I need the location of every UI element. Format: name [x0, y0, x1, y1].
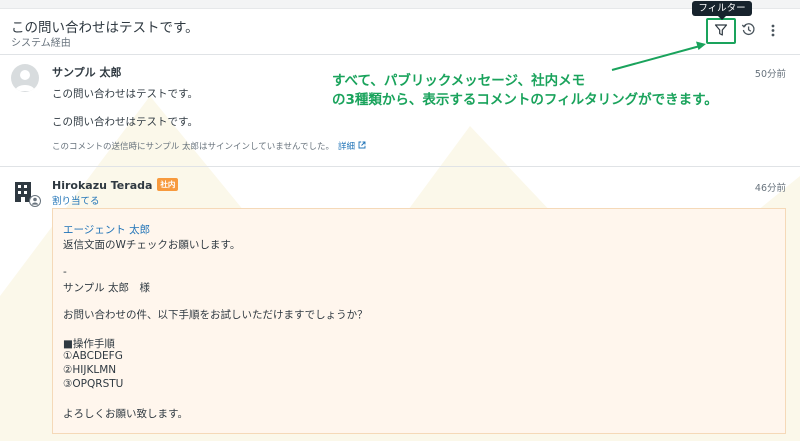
annotation-arrow	[611, 41, 706, 71]
history-icon	[741, 22, 756, 41]
assign-link[interactable]: 割り当てる	[52, 193, 100, 207]
annotation-callout: すべて、パブリックメッセージ、社内メモ の3種類から、表示するコメントのフィルタ…	[332, 72, 718, 110]
details-link[interactable]: 詳細	[338, 141, 366, 152]
note-line: 返信文面のWチェックお願いします。	[63, 239, 241, 251]
annotation-line-2: の3種類から、表示するコメントのフィルタリングができます。	[332, 92, 718, 108]
annotation-line-1: すべて、パブリックメッセージ、社内メモ	[332, 73, 586, 89]
filter-icon	[714, 22, 728, 41]
note-line: お問い合わせの件、以下手順をお試しいただけますでしょうか？	[63, 309, 368, 321]
note-line: ③OPQRSTU	[63, 378, 124, 390]
filter-button[interactable]	[706, 18, 736, 44]
signin-notice-text: このコメントの送信時にサンプル 太郎はサインインしていませんでした。	[52, 142, 335, 152]
comment-body-line: この問い合わせはテストです。	[52, 88, 198, 100]
filter-tooltip: フィルター	[692, 1, 752, 20]
comment-timestamp: 46分前	[754, 183, 786, 194]
note-line: -	[63, 266, 67, 278]
note-line: サンプル 太郎 様	[63, 282, 151, 294]
more-vertical-icon	[771, 22, 775, 41]
external-link-icon	[358, 141, 366, 152]
comment-author-name[interactable]: Hirokazu Terada	[52, 179, 152, 192]
comment-author: Hirokazu Terada 社内	[52, 178, 179, 192]
internal-note: エージェント 太郎 返信文面のWチェックお願いします。 - サンプル 太郎 様 …	[52, 208, 786, 434]
history-button[interactable]	[738, 20, 758, 42]
ticket-title: この問い合わせはテストです。	[11, 20, 199, 36]
comment-author[interactable]: サンプル 太郎	[52, 64, 122, 80]
mention-link[interactable]: エージェント 太郎	[63, 222, 150, 237]
top-strip	[0, 0, 800, 9]
internal-badge: 社内	[157, 178, 179, 191]
note-line: ■操作手順	[63, 338, 115, 350]
signin-notice: このコメントの送信時にサンプル 太郎はサインインしていませんでした。 詳細	[52, 140, 366, 152]
details-link-label: 詳細	[338, 142, 356, 152]
note-line: よろしくお願い致します。	[63, 408, 188, 420]
note-line: ①ABCDEFG	[63, 350, 123, 362]
ticket-channel: システム経由	[11, 38, 71, 49]
comment-body-line: この問い合わせはテストです。	[52, 116, 198, 128]
note-line: ②HIJKLMN	[63, 364, 117, 376]
comment-divider	[0, 166, 800, 167]
comment-timestamp: 50分前	[754, 69, 786, 80]
agent-building-icon	[13, 180, 43, 208]
avatar	[11, 64, 39, 92]
more-options-button[interactable]	[764, 20, 782, 42]
